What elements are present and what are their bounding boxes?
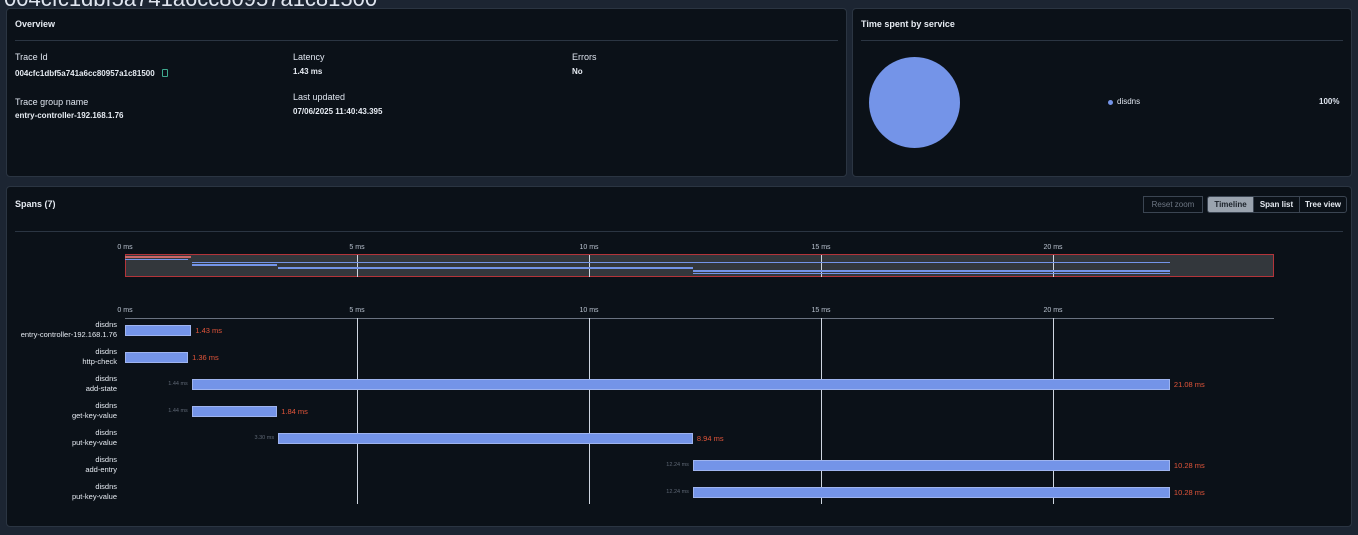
minimap-tick-label: 15 ms xyxy=(811,244,831,251)
span-bar[interactable] xyxy=(125,352,189,363)
span-start: 12.24 ms xyxy=(666,489,689,495)
span-service: disdns xyxy=(95,347,117,356)
span-duration: 1.43 ms xyxy=(195,326,223,335)
span-name: http-check xyxy=(82,357,117,366)
span-bar[interactable] xyxy=(191,379,1170,390)
divider xyxy=(15,40,838,41)
span-duration: 8.94 ms xyxy=(696,434,724,443)
service-time-panel: Time spent by service disdns 100% xyxy=(852,8,1352,177)
gridline xyxy=(357,318,358,504)
span-duration: 1.36 ms xyxy=(192,353,219,362)
span-label[interactable]: disdns put-key-value xyxy=(72,428,117,448)
trace-id-label: Trace Id xyxy=(15,52,48,62)
axis-tick-label: 10 ms xyxy=(579,307,599,314)
axis-tick-label: 5 ms xyxy=(349,307,365,314)
span-service: disdns xyxy=(95,401,117,410)
legend-service: disdns xyxy=(1117,97,1141,106)
divider xyxy=(15,231,1343,232)
minimap-gridline xyxy=(357,255,358,277)
span-bar[interactable] xyxy=(278,433,693,444)
gridline xyxy=(821,318,822,504)
span-duration: 10.28 ms xyxy=(1173,488,1205,497)
errors-value: No xyxy=(572,67,583,76)
tab-tree-view[interactable]: Tree view xyxy=(1299,196,1347,213)
minimap-span-line xyxy=(278,267,693,269)
span-duration: 1.84 ms xyxy=(281,407,308,416)
minimap-tick-label: 5 ms xyxy=(349,244,365,251)
copy-icon[interactable] xyxy=(161,69,168,77)
axis-tick-label: 15 ms xyxy=(811,307,831,314)
minimap-span-line xyxy=(692,272,1170,275)
divider xyxy=(861,40,1343,41)
span-label[interactable]: disdns put-key-value xyxy=(72,482,117,502)
span-label[interactable]: disdns add-state xyxy=(86,374,117,394)
span-name: put-key-value xyxy=(71,492,117,501)
minimap-span-line xyxy=(191,261,1170,264)
spans-panel: Spans (7) Reset zoom Timeline Span list … xyxy=(6,186,1352,527)
minimap-span-line xyxy=(125,258,189,261)
span-bar[interactable] xyxy=(125,325,192,336)
span-service: disdns xyxy=(95,455,117,464)
trace-group-label: Trace group name xyxy=(15,97,89,107)
minimap-tick-label: 20 ms xyxy=(1043,244,1063,251)
span-service: disdns xyxy=(95,320,117,329)
overview-panel: Overview Trace Id 004cfc1dbf5a741a6cc809… xyxy=(6,8,847,177)
pie-slice-disdns[interactable] xyxy=(869,57,960,148)
errors-label: Errors xyxy=(572,52,597,62)
minimap-gridline xyxy=(589,255,590,277)
minimap-tick-label: 10 ms xyxy=(579,244,599,251)
gridline xyxy=(589,318,590,504)
span-label[interactable]: disdns get-key-value xyxy=(72,401,117,421)
spans-heading: Spans (7) xyxy=(15,199,56,209)
span-name: add-entry xyxy=(85,465,117,474)
span-name: get-key-value xyxy=(71,411,117,420)
last-updated-label: Last updated xyxy=(293,92,346,102)
span-duration: 21.08 ms xyxy=(1173,380,1205,389)
minimap-span-line xyxy=(191,264,278,266)
span-name: entry-controller-192.168.1.76 xyxy=(20,330,117,339)
minimap-span-line xyxy=(125,256,192,258)
span-start: 1.44 ms xyxy=(168,381,188,387)
span-duration: 10.28 ms xyxy=(1173,461,1205,470)
span-bar[interactable] xyxy=(692,460,1170,471)
span-start: 1.44 ms xyxy=(168,408,188,414)
overview-heading: Overview xyxy=(15,19,56,29)
trace-group-value: entry-controller-192.168.1.76 xyxy=(15,111,124,120)
axis-tick-label: 0 ms xyxy=(117,307,133,314)
span-label[interactable]: disdns entry-controller-192.168.1.76 xyxy=(21,320,117,340)
trace-id-text: 004cfc1dbf5a741a6cc80957a1c81500 xyxy=(15,69,155,78)
last-updated-value: 07/06/2025 11:40:43.395 xyxy=(293,107,383,116)
latency-value: 1.43 ms xyxy=(293,67,323,76)
tab-timeline[interactable]: Timeline xyxy=(1207,196,1254,213)
tab-span-list[interactable]: Span list xyxy=(1253,196,1300,213)
span-bar[interactable] xyxy=(692,487,1170,498)
legend-percent: 100% xyxy=(1319,97,1340,106)
timeline-axis xyxy=(125,318,1274,319)
span-service: disdns xyxy=(95,482,117,491)
trace-id-value: 004cfc1dbf5a741a6cc80957a1c81500 xyxy=(15,69,168,78)
span-service: disdns xyxy=(95,374,117,383)
minimap-tick-label: 0 ms xyxy=(117,244,133,251)
minimap-span-line xyxy=(692,270,1170,272)
legend-dot xyxy=(1108,100,1113,105)
latency-label: Latency xyxy=(293,52,325,62)
span-bar[interactable] xyxy=(191,406,278,417)
axis-tick-label: 20 ms xyxy=(1043,307,1063,314)
span-name: add-state xyxy=(85,384,117,393)
span-label[interactable]: disdns http-check xyxy=(82,347,117,367)
reset-zoom-button[interactable]: Reset zoom xyxy=(1143,196,1203,213)
span-service: disdns xyxy=(95,428,117,437)
gridline xyxy=(1053,318,1054,504)
service-time-heading: Time spent by service xyxy=(861,19,955,29)
span-name: put-key-value xyxy=(71,438,117,447)
span-label[interactable]: disdns add-entry xyxy=(85,455,117,475)
span-start: 12.24 ms xyxy=(666,462,689,468)
span-start: 3.30 ms xyxy=(254,435,275,441)
